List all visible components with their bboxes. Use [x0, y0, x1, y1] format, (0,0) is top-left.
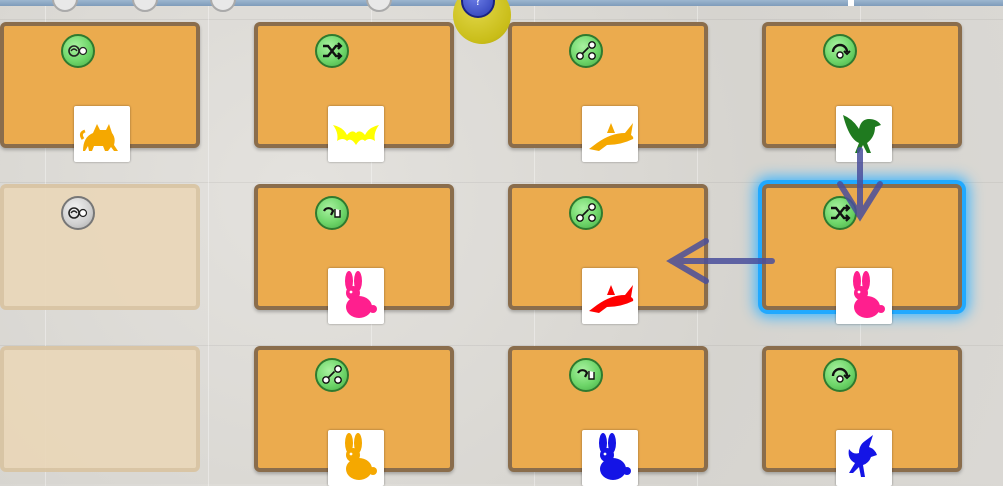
- shark-icon[interactable]: [582, 106, 638, 162]
- swap-icon[interactable]: [61, 34, 95, 68]
- branch-icon[interactable]: [315, 358, 349, 392]
- card-r2c1[interactable]: [0, 184, 200, 310]
- tray-slot[interactable]: [132, 0, 158, 12]
- rabbit-icon[interactable]: [582, 430, 638, 486]
- rabbit-icon[interactable]: [328, 430, 384, 486]
- shark-icon[interactable]: [582, 268, 638, 324]
- top-bar-marker: [848, 0, 854, 6]
- question-token[interactable]: ?: [461, 0, 495, 18]
- tray-slot[interactable]: [210, 0, 236, 12]
- hand-turn-icon[interactable]: [569, 358, 603, 392]
- hand-turn-icon[interactable]: [315, 196, 349, 230]
- rabbit-icon[interactable]: [836, 268, 892, 324]
- shuffle-icon[interactable]: [823, 196, 857, 230]
- rotate-icon[interactable]: [823, 358, 857, 392]
- yellow-player-piece[interactable]: ?: [453, 0, 511, 44]
- swap-icon[interactable]: [61, 196, 95, 230]
- bat-icon[interactable]: [328, 106, 384, 162]
- branch-icon[interactable]: [569, 34, 603, 68]
- cat-icon[interactable]: [74, 106, 130, 162]
- rabbit-icon[interactable]: [328, 268, 384, 324]
- unicorn-icon[interactable]: [836, 430, 892, 486]
- shuffle-icon[interactable]: [315, 34, 349, 68]
- question-token-label: ?: [474, 0, 482, 8]
- card-r3c1[interactable]: [0, 346, 200, 472]
- tray-slot[interactable]: [52, 0, 78, 12]
- branch-icon[interactable]: [569, 196, 603, 230]
- eagle-icon[interactable]: [836, 106, 892, 162]
- rotate-icon[interactable]: [823, 34, 857, 68]
- tray-slot[interactable]: [366, 0, 392, 12]
